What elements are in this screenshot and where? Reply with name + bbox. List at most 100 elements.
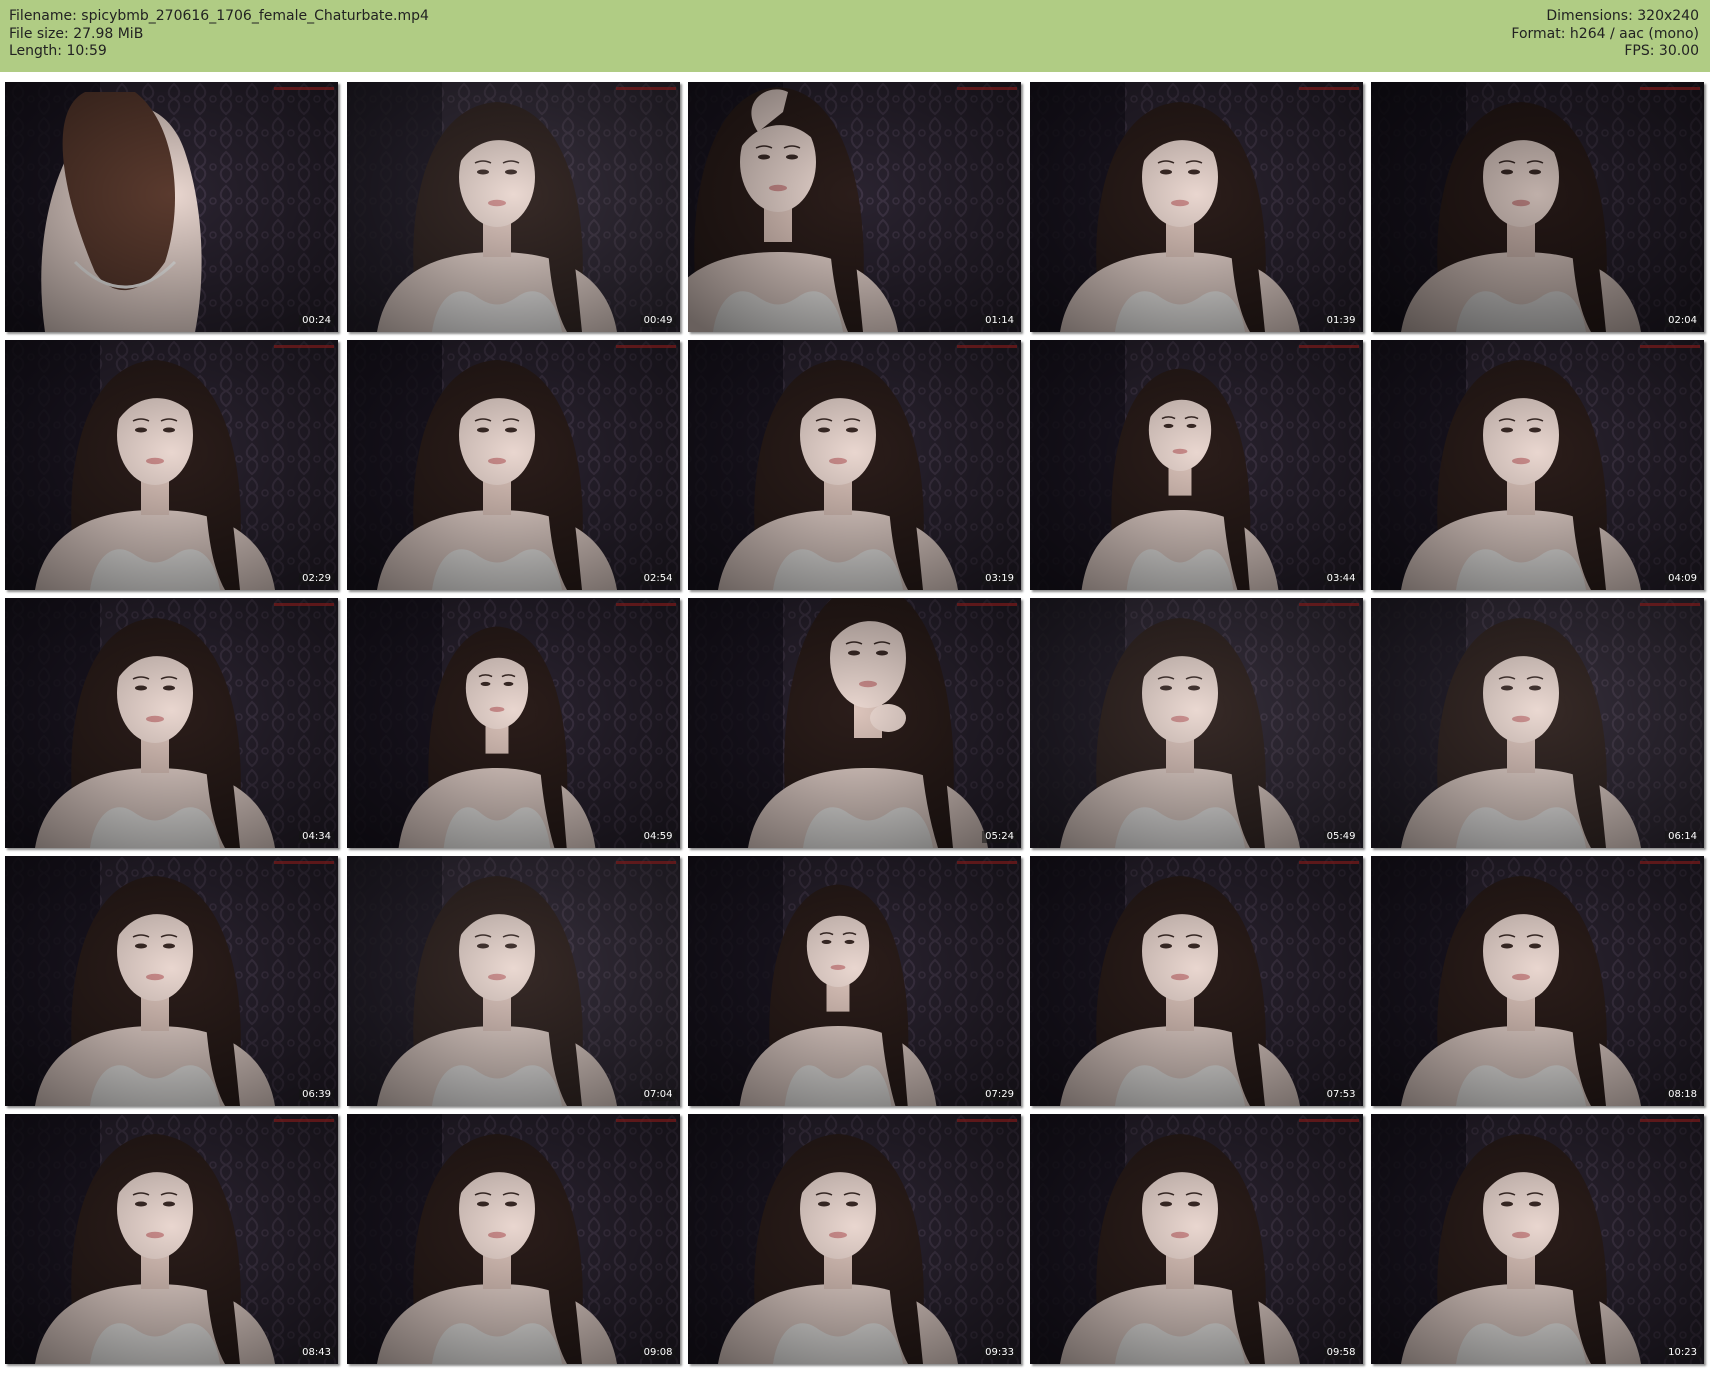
timestamp-label: 02:54 <box>640 573 676 585</box>
thumbnail-grid: 00:24 00:49 01:14 01:39 02:04 02:29 02:54 03:19… <box>5 82 1704 1364</box>
timestamp-label: 01:14 <box>982 315 1017 327</box>
frame-image <box>688 598 1021 848</box>
frame-image <box>5 1114 338 1364</box>
timestamp-label: 08:18 <box>1665 1089 1700 1101</box>
video-thumbnail: 03:44 <box>1029 340 1363 590</box>
watermark-mark <box>957 345 1017 348</box>
watermark-mark <box>615 345 676 348</box>
frame-image <box>1371 1114 1704 1364</box>
watermark-mark <box>957 1119 1017 1122</box>
frame-image <box>5 856 338 1106</box>
frame-image <box>346 82 680 332</box>
video-thumbnail: 07:04 <box>346 856 680 1106</box>
watermark-mark <box>1298 1119 1359 1122</box>
video-thumbnail: 09:08 <box>346 1114 680 1364</box>
video-thumbnail: 00:49 <box>346 82 680 332</box>
fps-text: FPS: 30.00 <box>1624 43 1699 59</box>
timestamp-label: 09:08 <box>640 1347 676 1359</box>
timestamp-label: 02:29 <box>299 573 334 585</box>
watermark-mark <box>1640 861 1700 864</box>
video-thumbnail: 01:39 <box>1029 82 1363 332</box>
timestamp-label: 05:24 <box>982 831 1017 843</box>
frame-image <box>346 340 680 590</box>
watermark-mark <box>957 87 1017 90</box>
timestamp-label: 09:58 <box>1323 1347 1359 1359</box>
watermark-mark <box>274 861 334 864</box>
format-text: Format: h264 / aac (mono) <box>1511 25 1699 42</box>
timestamp-label: 09:33 <box>982 1347 1017 1359</box>
watermark-mark <box>274 1119 334 1122</box>
watermark-mark <box>615 1119 676 1122</box>
timestamp-label: 03:19 <box>982 573 1017 585</box>
frame-image <box>1029 856 1363 1106</box>
frame-image <box>1371 82 1704 332</box>
video-thumbnail: 04:34 <box>5 598 338 848</box>
watermark-mark <box>1640 1119 1700 1122</box>
video-thumbnail: 09:33 <box>688 1114 1021 1364</box>
video-thumbnail: 02:04 <box>1371 82 1704 332</box>
frame-image <box>1371 598 1704 848</box>
watermark-mark <box>1298 861 1359 864</box>
watermark-mark <box>615 861 676 864</box>
watermark-mark <box>1640 87 1700 90</box>
frame-image <box>1029 1114 1363 1364</box>
video-thumbnail: 06:14 <box>1371 598 1704 848</box>
timestamp-label: 00:49 <box>640 315 676 327</box>
timestamp-label: 05:49 <box>1323 831 1359 843</box>
header-right-info: Dimensions: 320x240 Format: h264 / aac (… <box>1511 8 1699 61</box>
timestamp-label: 06:14 <box>1665 831 1700 843</box>
timestamp-label: 03:44 <box>1323 573 1359 585</box>
filesize-text: File size: 27.98 MiB <box>9 25 144 42</box>
timestamp-label: 06:39 <box>299 1089 334 1101</box>
length-text: Length: 10:59 <box>9 43 107 59</box>
watermark-mark <box>274 87 334 90</box>
video-thumbnail: 05:24 <box>688 598 1021 848</box>
timestamp-label: 01:39 <box>1323 315 1359 327</box>
frame-image <box>5 598 338 848</box>
frame-image <box>1371 856 1704 1106</box>
watermark-mark <box>957 861 1017 864</box>
video-thumbnail: 01:14 <box>688 82 1021 332</box>
video-thumbnail: 09:58 <box>1029 1114 1363 1364</box>
timestamp-label: 04:34 <box>299 831 334 843</box>
timestamp-label: 07:53 <box>1323 1089 1359 1101</box>
watermark-mark <box>1298 603 1359 606</box>
video-thumbnail: 04:59 <box>346 598 680 848</box>
watermark-mark <box>274 345 334 348</box>
frame-image <box>688 82 1021 332</box>
video-thumbnail: 04:09 <box>1371 340 1704 590</box>
watermark-mark <box>274 603 334 606</box>
video-thumbnail: 10:23 <box>1371 1114 1704 1364</box>
timestamp-label: 07:04 <box>640 1089 676 1101</box>
video-thumbnail: 08:18 <box>1371 856 1704 1106</box>
video-thumbnail: 00:24 <box>5 82 338 332</box>
frame-image <box>688 340 1021 590</box>
filename-text: Filename: spicybmb_270616_1706_female_Ch… <box>9 8 429 24</box>
video-thumbnail: 07:53 <box>1029 856 1363 1106</box>
watermark-mark <box>1640 345 1700 348</box>
watermark-mark <box>1298 345 1359 348</box>
frame-image <box>1029 82 1363 332</box>
frame-image <box>1029 340 1363 590</box>
frame-image <box>5 82 338 332</box>
video-thumbnail: 08:43 <box>5 1114 338 1364</box>
frame-image <box>346 1114 680 1364</box>
video-thumbnail: 06:39 <box>5 856 338 1106</box>
info-header: Filename: spicybmb_270616_1706_female_Ch… <box>0 0 1710 72</box>
frame-image <box>346 598 680 848</box>
watermark-mark <box>615 87 676 90</box>
video-thumbnail: 03:19 <box>688 340 1021 590</box>
timestamp-label: 04:59 <box>640 831 676 843</box>
watermark-mark <box>615 603 676 606</box>
timestamp-label: 04:09 <box>1665 573 1700 585</box>
timestamp-label: 08:43 <box>299 1347 334 1359</box>
frame-image <box>688 856 1021 1106</box>
frame-image <box>1029 598 1363 848</box>
video-thumbnail: 02:54 <box>346 340 680 590</box>
timestamp-label: 00:24 <box>299 315 334 327</box>
watermark-mark <box>957 603 1017 606</box>
frame-image <box>688 1114 1021 1364</box>
frame-image <box>346 856 680 1106</box>
video-thumbnail: 02:29 <box>5 340 338 590</box>
video-thumbnail: 05:49 <box>1029 598 1363 848</box>
